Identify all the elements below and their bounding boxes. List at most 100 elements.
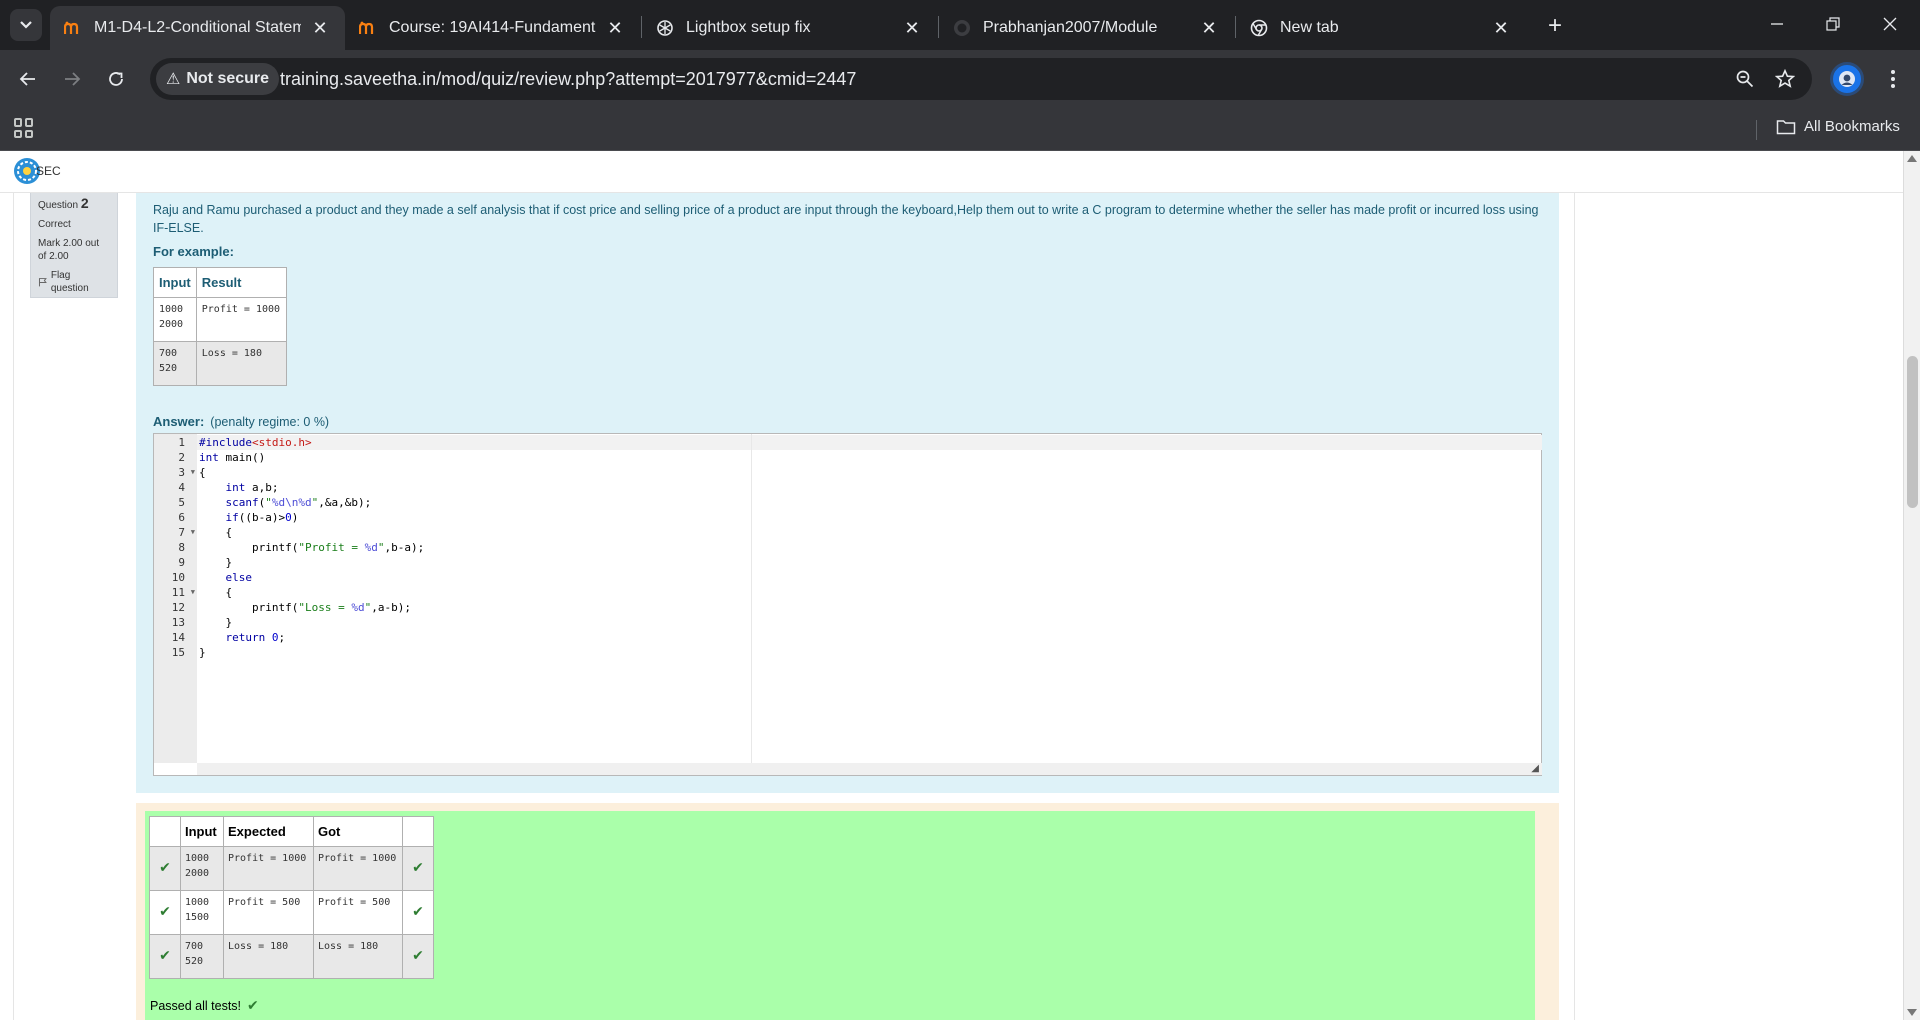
apps-grid-icon[interactable] xyxy=(14,118,34,138)
zoom-button[interactable] xyxy=(1732,66,1758,92)
tab-lightbox[interactable]: Lightbox setup fix ✕ xyxy=(642,6,937,50)
results-table: Input Expected Got ✔ 1000 2000 Profit = 1… xyxy=(149,816,434,979)
tab-search-button[interactable] xyxy=(10,9,42,41)
example-header-input: Input xyxy=(153,267,197,298)
results-input-cell: 700 520 xyxy=(180,934,224,979)
all-bookmarks-button[interactable]: All Bookmarks xyxy=(1776,118,1900,135)
line-number: 9 xyxy=(178,556,185,569)
check-icon: ✔ xyxy=(247,997,259,1013)
results-input-line: 1000 xyxy=(185,853,210,864)
print-margin xyxy=(751,434,752,763)
code-line: return 0; xyxy=(225,631,286,644)
back-button[interactable] xyxy=(12,63,44,95)
results-header-blank xyxy=(149,816,181,847)
passed-summary: Passed all tests! ✔ xyxy=(150,997,259,1014)
results-header-blank xyxy=(402,816,434,847)
penalty-regime: (penalty regime: 0 %) xyxy=(210,415,330,429)
tab-title: Prabhanjan2007/Module xyxy=(983,19,1158,36)
line-number: 8 xyxy=(178,541,185,554)
code-line: { xyxy=(199,586,233,599)
flag-question-button[interactable]: Flag question xyxy=(38,269,110,295)
minimize-button[interactable] xyxy=(1757,8,1797,40)
question-text: Raju and Ramu purchased a product and th… xyxy=(153,203,1539,235)
site-name: SEC xyxy=(36,164,61,178)
security-indicator[interactable]: ⚠ Not secure xyxy=(156,63,280,95)
close-tab-icon[interactable]: ✕ xyxy=(901,17,923,39)
restore-icon xyxy=(1826,17,1840,31)
tab-strip: M1-D4-L2-Conditional Stateme ✕ Course: 1… xyxy=(0,0,1920,50)
close-tab-icon[interactable]: ✕ xyxy=(1198,17,1220,39)
code-line: printf("Loss = %d",a-b); xyxy=(199,601,411,614)
scrollbar-thumb[interactable] xyxy=(1907,356,1918,508)
results-input-line: 1000 xyxy=(185,897,210,908)
profile-avatar[interactable] xyxy=(1830,62,1864,96)
example-input-cell: 1000 2000 xyxy=(153,297,197,342)
tab-quiz[interactable]: M1-D4-L2-Conditional Stateme ✕ xyxy=(50,6,345,50)
bookmarks-bar: All Bookmarks xyxy=(0,108,1920,151)
code-line: { xyxy=(199,526,233,539)
resize-handle-icon[interactable]: ◢ xyxy=(1531,763,1539,774)
example-result-cell: Loss = 180 xyxy=(195,341,287,386)
chrome-icon xyxy=(1250,19,1268,37)
line-number: 14 xyxy=(171,631,185,644)
code-line: printf("Profit = %d",b-a); xyxy=(199,541,425,554)
page-scrollbar[interactable] xyxy=(1903,151,1920,1020)
check-icon: ✔ xyxy=(149,934,181,979)
fold-arrow-icon[interactable]: ▼ xyxy=(191,585,195,600)
results-got-cell: Loss = 180 xyxy=(313,934,403,979)
code-line: else xyxy=(225,571,253,584)
code-line: } xyxy=(199,616,233,629)
question-info: Question 2 Correct Mark 2.00 out of 2.00… xyxy=(30,193,118,298)
tab-new[interactable]: New tab ✕ xyxy=(1236,6,1526,50)
code-line: int main() xyxy=(199,451,266,464)
tab-course[interactable]: Course: 19AI414-Fundamentals ✕ xyxy=(345,6,640,50)
example-row: 700 520 Loss = 180 xyxy=(153,341,287,386)
url-text[interactable]: training.saveetha.in/mod/quiz/review.php… xyxy=(280,69,856,90)
tab-title: Lightbox setup fix xyxy=(686,19,811,36)
scroll-up-icon[interactable] xyxy=(1907,155,1917,162)
line-number: 12 xyxy=(171,601,185,614)
folder-icon xyxy=(1776,119,1796,134)
question-mark: Mark 2.00 out of 2.00 xyxy=(38,238,100,262)
results-expected-cell: Profit = 1000 xyxy=(223,846,314,891)
restore-button[interactable] xyxy=(1813,8,1853,40)
chatgpt-icon xyxy=(656,19,674,37)
bookmark-star-button[interactable] xyxy=(1772,66,1798,92)
results-got-cell: Profit = 1000 xyxy=(313,846,403,891)
close-tab-icon[interactable]: ✕ xyxy=(1490,17,1512,39)
check-icon: ✔ xyxy=(402,934,434,979)
close-tab-icon[interactable]: ✕ xyxy=(309,17,331,39)
line-number: 15 xyxy=(171,646,185,659)
code-line: if((b-a)>0) xyxy=(225,511,299,524)
close-icon xyxy=(1883,17,1897,31)
close-window-button[interactable] xyxy=(1870,8,1910,40)
code-line: { xyxy=(199,466,206,479)
security-label: Not secure xyxy=(186,70,270,87)
results-input-line: 700 xyxy=(185,941,204,952)
arrow-left-icon xyxy=(19,72,35,86)
tab-github[interactable]: Prabhanjan2007/Module ✕ xyxy=(939,6,1234,50)
example-input-line: 2000 xyxy=(159,319,184,330)
url-path: /mod/quiz/review.php?attempt=2017977&cmi… xyxy=(436,69,857,89)
browser-menu-button[interactable] xyxy=(1880,64,1906,94)
code-content[interactable]: #include<stdio.h> int main() { int a,b; … xyxy=(199,435,424,660)
close-tab-icon[interactable]: ✕ xyxy=(604,17,626,39)
code-editor[interactable]: 1 2 3 ▼ 4 5 6 7 ▼ 8 9 10 11 ▼ 12 13 14 15 #include<stdio.… xyxy=(153,433,1542,776)
code-line: } xyxy=(199,646,206,659)
fold-arrow-icon[interactable]: ▼ xyxy=(191,525,195,540)
reload-button[interactable] xyxy=(100,63,132,95)
line-number: 13 xyxy=(171,616,185,629)
editor-scrollbar[interactable] xyxy=(197,763,1542,775)
plus-icon: + xyxy=(1547,12,1562,39)
minimize-icon xyxy=(1771,23,1783,25)
flag-icon xyxy=(38,278,47,287)
results-header-expected: Expected xyxy=(223,816,314,847)
scroll-down-icon[interactable] xyxy=(1907,1009,1917,1016)
code-line: int a,b; xyxy=(225,481,279,494)
address-bar[interactable]: ⚠ Not secure training.saveetha.in/mod/qu… xyxy=(150,58,1812,100)
forward-button[interactable] xyxy=(56,63,88,95)
fold-arrow-icon[interactable]: ▼ xyxy=(191,465,195,480)
new-tab-button[interactable]: + xyxy=(1541,12,1569,40)
line-number: 11 ▼ xyxy=(171,585,195,600)
example-heading: For example: xyxy=(153,244,234,259)
